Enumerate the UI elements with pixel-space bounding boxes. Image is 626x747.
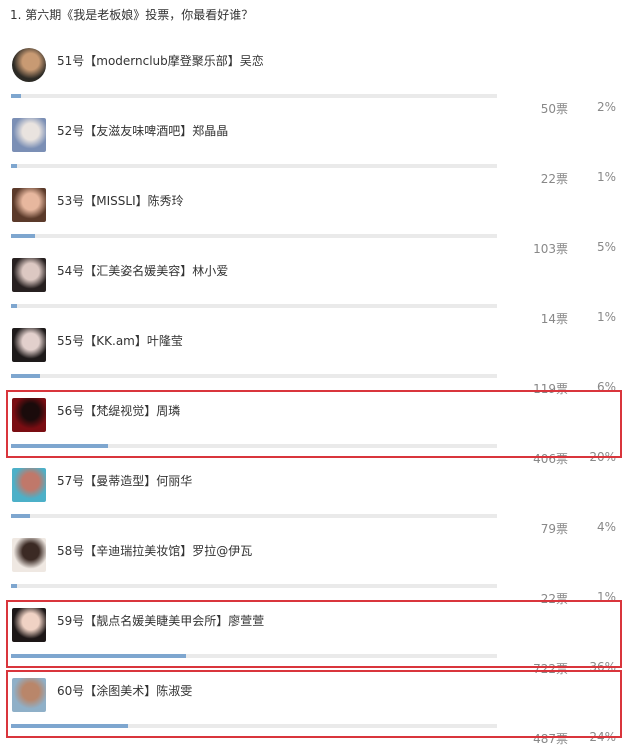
contestant-avatar	[12, 188, 46, 222]
vote-progress-fill	[11, 584, 17, 588]
option-label: 58号【辛迪瑞拉美妆馆】罗拉@伊瓦	[57, 544, 253, 558]
vote-progress-bar	[11, 94, 497, 98]
poll-option[interactable]: 60号【涂图美术】陈淑雯 487票 24%	[0, 670, 626, 746]
contestant-avatar	[12, 538, 46, 572]
vote-progress-bar	[11, 164, 497, 168]
vote-progress-fill	[11, 654, 186, 658]
contestant-avatar	[12, 678, 46, 712]
option-label: 60号【涂图美术】陈淑雯	[57, 684, 193, 698]
vote-progress-bar	[11, 514, 497, 518]
poll-option[interactable]: 51号【modernclub摩登聚乐部】吴恋 50票 2%	[0, 40, 626, 116]
vote-progress-fill	[11, 234, 35, 238]
option-label: 54号【汇美姿名媛美容】林小爱	[57, 264, 229, 278]
vote-progress-bar	[11, 234, 497, 238]
vote-progress-fill	[11, 164, 17, 168]
option-label: 55号【KK.am】叶隆莹	[57, 334, 183, 348]
vote-progress-bar	[11, 584, 497, 588]
poll-option[interactable]: 56号【梵缇视觉】周璘 406票 20%	[0, 390, 626, 466]
option-label: 57号【曼蒂造型】何丽华	[57, 474, 193, 488]
poll-option[interactable]: 57号【曼蒂造型】何丽华 79票 4%	[0, 460, 626, 536]
poll-option[interactable]: 52号【友滋友味啤酒吧】郑晶晶 22票 1%	[0, 110, 626, 186]
option-label: 53号【MISSLI】陈秀玲	[57, 194, 184, 208]
vote-progress-bar	[11, 654, 497, 658]
contestant-avatar	[12, 468, 46, 502]
vote-progress-bar	[11, 304, 497, 308]
contestant-avatar	[12, 398, 46, 432]
option-label: 51号【modernclub摩登聚乐部】吴恋	[57, 54, 264, 68]
poll-option[interactable]: 54号【汇美姿名媛美容】林小爱 14票 1%	[0, 250, 626, 326]
vote-progress-fill	[11, 724, 128, 728]
vote-progress-fill	[11, 514, 30, 518]
vote-progress-fill	[11, 304, 17, 308]
option-label: 52号【友滋友味啤酒吧】郑晶晶	[57, 124, 229, 138]
contestant-avatar	[12, 118, 46, 152]
poll-option[interactable]: 53号【MISSLI】陈秀玲 103票 5%	[0, 180, 626, 256]
contestant-avatar	[12, 328, 46, 362]
poll-option[interactable]: 55号【KK.am】叶隆莹 119票 6%	[0, 320, 626, 396]
vote-percentage: 24%	[589, 730, 616, 744]
vote-count: 487票	[533, 732, 568, 746]
option-label: 59号【靓点名媛美睫美甲会所】廖萱萱	[57, 614, 265, 628]
vote-progress-fill	[11, 94, 21, 98]
contestant-avatar	[12, 258, 46, 292]
vote-progress-bar	[11, 444, 497, 448]
option-label: 56号【梵缇视觉】周璘	[57, 404, 181, 418]
vote-progress-bar	[11, 374, 497, 378]
contestant-avatar	[12, 48, 46, 82]
poll-option[interactable]: 59号【靓点名媛美睫美甲会所】廖萱萱 722票 36%	[0, 600, 626, 676]
poll-title: 1. 第六期《我是老板娘》投票，你最看好谁？	[10, 8, 254, 22]
vote-progress-fill	[11, 374, 40, 378]
vote-progress-bar	[11, 724, 497, 728]
vote-progress-fill	[11, 444, 108, 448]
poll-option[interactable]: 58号【辛迪瑞拉美妆馆】罗拉@伊瓦 22票 1%	[0, 530, 626, 606]
contestant-avatar	[12, 608, 46, 642]
